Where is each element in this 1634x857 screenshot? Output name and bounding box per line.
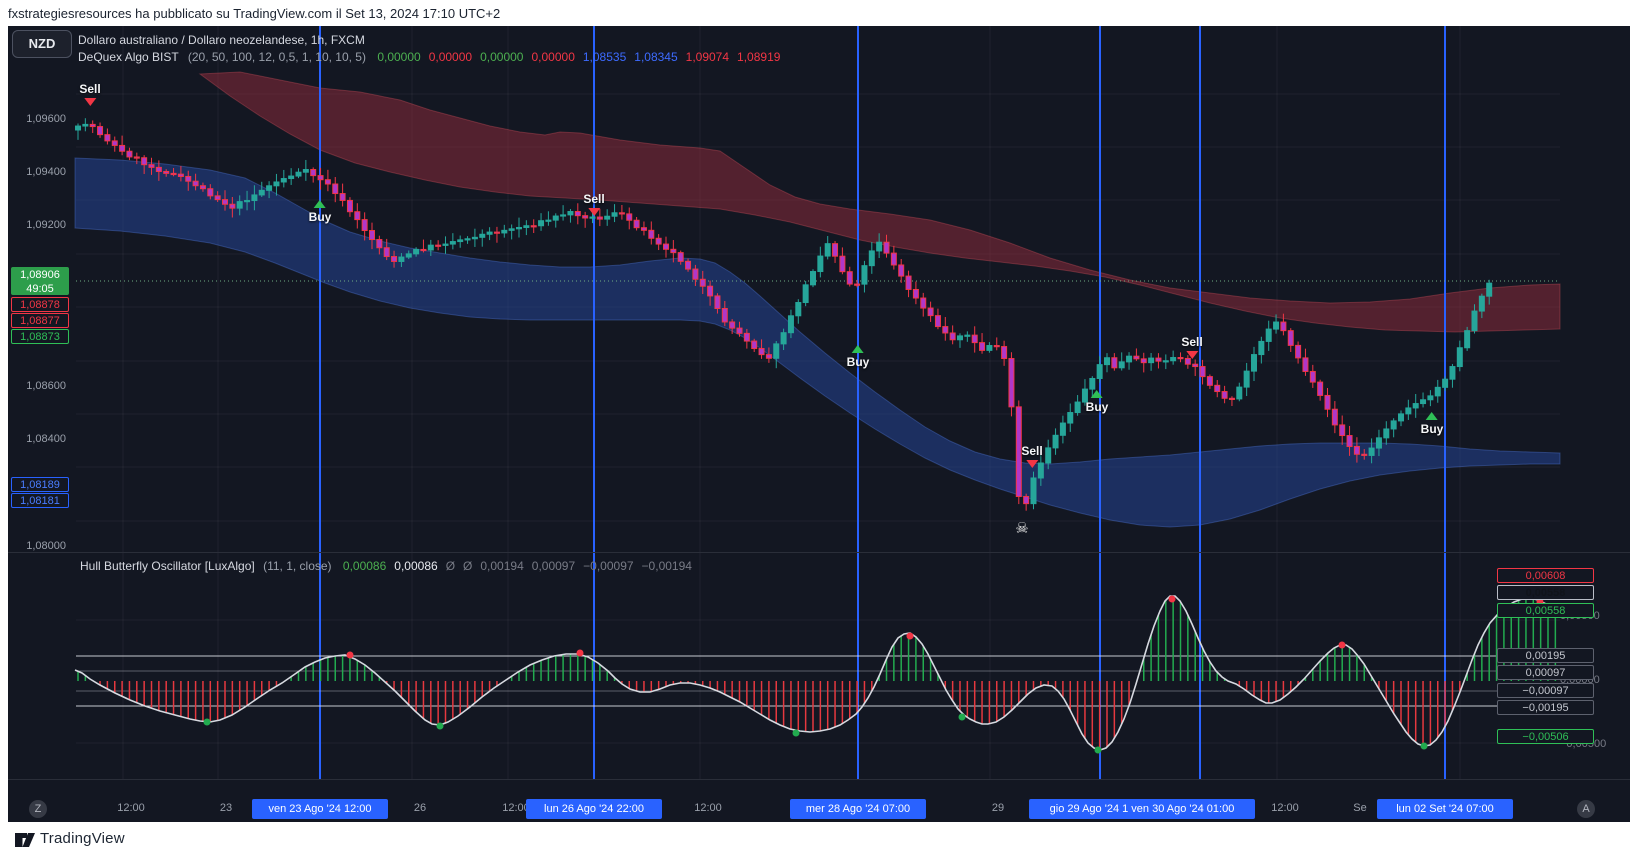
tradingview-published-chart: fxstrategiesresources ha pubblicato su T… [0, 0, 1634, 857]
oscillator-badge: 0,00608 [1497, 568, 1594, 583]
legend-value: 0,00097 [532, 559, 575, 573]
legend-value: 0,00000 [531, 50, 574, 64]
oscillator-badge: −0,00097 [1497, 683, 1594, 698]
legend-value: 1,09074 [686, 50, 729, 64]
legend-value: 1,08345 [634, 50, 677, 64]
hbo-wave [75, 596, 1554, 750]
price-tick: 1,08000 [10, 540, 66, 552]
tradingview-logo-icon[interactable] [14, 828, 36, 850]
legend-value: 1,08919 [737, 50, 780, 64]
indicator-values: 0,00000 0,00000 0,00000 0,00000 1,08535 1,083… [369, 50, 780, 64]
marker-label: Buy [1086, 400, 1109, 414]
time-tick: 23 [220, 802, 232, 814]
marker-label: Sell [79, 82, 100, 96]
legend-value: Ø [463, 559, 472, 573]
time-axis[interactable]: Z A 12:00232612:0012:002912:00Se ven 23 … [8, 779, 1630, 822]
chart-card: NZD Dollaro australiano / Dollaro neozel… [8, 26, 1630, 822]
price-tick: 1,08400 [10, 433, 66, 445]
price-tick: 1,08600 [10, 380, 66, 392]
countdown: 49:05 [12, 282, 68, 296]
auto-scale-button[interactable]: A [1577, 800, 1595, 818]
chart-title[interactable]: Dollaro australiano / Dollaro neozelande… [78, 33, 365, 47]
marker-label: Sell [1021, 444, 1042, 458]
sell-signal-marker: Sell [1181, 335, 1202, 361]
marker-label: Sell [1181, 335, 1202, 349]
oscillator-badge: −0,00195 [1497, 700, 1594, 715]
indicator-legend-hull[interactable]: Hull Butterfly Oscillator [LuxAlgo] (11,… [80, 559, 692, 573]
time-tick: Se [1353, 802, 1366, 814]
price-tick: 1,09200 [10, 219, 66, 231]
oscillator-badge: 0,00097 [1497, 665, 1594, 680]
session-date-badge[interactable]: ven 23 Ago '24 12:00 [252, 799, 388, 819]
legend-value: −0,00194 [642, 559, 692, 573]
marker-label: Buy [1421, 422, 1444, 436]
zoom-out-button[interactable]: Z [29, 800, 47, 818]
indicator-legend-dequex[interactable]: DeQuex Algo BIST (20, 50, 100, 12, 0,5, … [78, 50, 780, 64]
oscillator-badge: 0,00558 [1497, 585, 1594, 600]
publication-header: fxstrategiesresources ha pubblicato su T… [8, 6, 500, 21]
legend-value: 0,00194 [480, 559, 523, 573]
time-tick: 12:00 [117, 802, 145, 814]
time-tick: 26 [414, 802, 426, 814]
legend-value: 0,00000 [429, 50, 472, 64]
price-tick: 1,09600 [10, 113, 66, 125]
oscillator-badge: 0,00558 [1497, 603, 1594, 618]
price-tick: 1,09400 [10, 166, 66, 178]
oscillator-badge: −0,00506 [1497, 729, 1594, 744]
footer-bar: TradingView [0, 822, 1634, 857]
sell-triangle-icon [84, 98, 96, 106]
tradingview-wordmark[interactable]: TradingView [40, 830, 125, 847]
sell-triangle-icon [1186, 351, 1198, 359]
price-badge: 1,08189 [11, 477, 69, 492]
sell-signal-marker: Sell [583, 192, 604, 218]
time-tick: 12:00 [694, 802, 722, 814]
legend-value: 0,00000 [480, 50, 523, 64]
skull-emoji: ☠ [1015, 519, 1028, 537]
symbol-badge[interactable]: NZD [12, 30, 72, 58]
time-tick: 29 [992, 802, 1004, 814]
sell-triangle-icon [1026, 460, 1038, 468]
price-badge: 1,08181 [11, 493, 69, 508]
marker-label: Buy [847, 355, 870, 369]
legend-value: 1,08535 [583, 50, 626, 64]
legend-value: 0,00086 [343, 559, 386, 573]
sell-triangle-icon [588, 208, 600, 216]
buy-signal-marker: Buy [1086, 388, 1109, 414]
buy-signal-marker: Buy [1421, 410, 1444, 436]
price-badge: 1,08877 [11, 313, 69, 328]
price-badge: 1,08878 [11, 297, 69, 312]
buy-signal-marker: Buy [309, 198, 332, 224]
session-date-badge[interactable]: mer 28 Ago '24 07:00 [790, 799, 926, 819]
legend-value: Ø [446, 559, 455, 573]
session-date-badge[interactable]: lun 02 Set '24 07:00 [1377, 799, 1513, 819]
marker-label: Sell [583, 192, 604, 206]
buy-signal-marker: Buy [847, 343, 870, 369]
oscillator-badge: 0,00195 [1497, 648, 1594, 663]
legend-value: −0,00097 [583, 559, 633, 573]
buy-triangle-icon [1091, 390, 1103, 398]
time-tick: 12:00 [1271, 802, 1299, 814]
legend-value: 0,00086 [394, 559, 437, 573]
buy-triangle-icon [852, 345, 864, 353]
price-badge: 1,0890649:05 [11, 267, 69, 295]
sell-signal-marker: Sell [79, 82, 100, 108]
session-date-badge[interactable]: lun 26 Ago '24 22:00 [526, 799, 662, 819]
oscillator-values: 0,00086 0,00086 ØØ 0,00194 0,00097 −0,00097 −0… [335, 559, 692, 573]
price-chart-canvas[interactable] [8, 26, 1630, 822]
sell-signal-marker: Sell [1021, 444, 1042, 470]
buy-triangle-icon [314, 200, 326, 208]
price-badge: 1,08873 [11, 329, 69, 344]
session-date-badge[interactable]: gio 29 Ago '24 1 ven 30 Ago '24 01:00 [1029, 799, 1255, 819]
marker-label: Buy [309, 210, 332, 224]
legend-value: 0,00000 [377, 50, 420, 64]
pane-separator[interactable] [8, 552, 1630, 553]
buy-triangle-icon [1426, 412, 1438, 420]
